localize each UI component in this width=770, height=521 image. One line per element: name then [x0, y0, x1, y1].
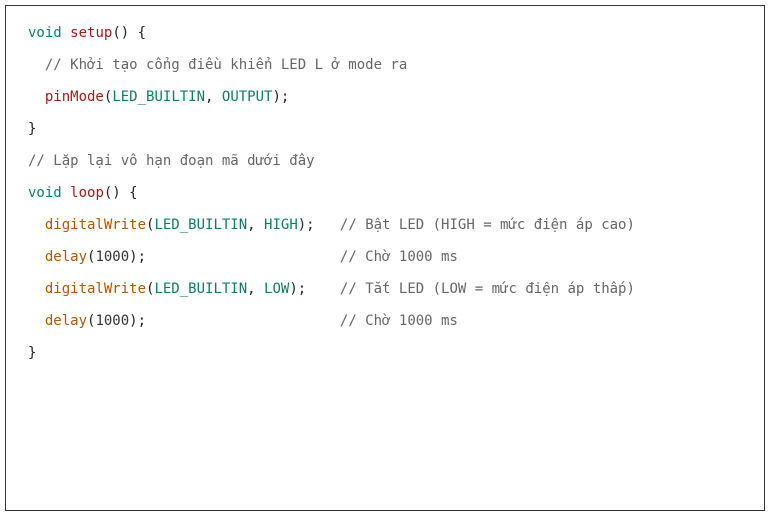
code-line: pinMode(LED_BUILTIN, OUTPUT);	[28, 90, 746, 104]
code-token: LOW	[264, 281, 289, 297]
code-line: }	[28, 346, 746, 360]
code-token: delay	[45, 249, 87, 265]
code-token: ,	[205, 89, 222, 105]
code-token: );	[129, 249, 340, 265]
code-token: OUTPUT	[222, 89, 273, 105]
code-line: // Khởi tạo cổng điều khiển LED L ở mode…	[28, 58, 746, 72]
code-token: );	[272, 89, 289, 105]
code-token: () {	[112, 25, 146, 41]
code-token: // Khởi tạo cổng điều khiển LED L ở mode…	[45, 57, 407, 73]
code-token: digitalWrite	[45, 281, 146, 297]
code-token: setup	[70, 25, 112, 41]
code-line: }	[28, 122, 746, 136]
code-token: 1000	[95, 249, 129, 265]
code-token: LED_BUILTIN	[112, 89, 205, 105]
code-line: digitalWrite(LED_BUILTIN, HIGH); // Bật …	[28, 218, 746, 232]
code-token: // Chờ 1000 ms	[340, 313, 458, 329]
code-token: );	[129, 313, 340, 329]
code-token: );	[289, 281, 340, 297]
code-token: ,	[247, 217, 264, 233]
code-line: void setup() {	[28, 26, 746, 40]
code-token: HIGH	[264, 217, 298, 233]
code-line: delay(1000); // Chờ 1000 ms	[28, 314, 746, 328]
code-token: delay	[45, 313, 87, 329]
code-token: ,	[247, 281, 264, 297]
code-block: void setup() { // Khởi tạo cổng điều khi…	[5, 5, 765, 511]
code-token: );	[298, 217, 340, 233]
code-token: void	[28, 185, 62, 201]
code-token: LED_BUILTIN	[154, 217, 247, 233]
code-token: }	[28, 345, 36, 361]
code-token: void	[28, 25, 62, 41]
code-token: pinMode	[45, 89, 104, 105]
code-line: delay(1000); // Chờ 1000 ms	[28, 250, 746, 264]
code-token: // Lặp lại vô hạn đoạn mã dưới đây	[28, 153, 315, 169]
code-token: // Bật LED (HIGH = mức điện áp cao)	[340, 217, 635, 233]
code-token: }	[28, 121, 36, 137]
code-line: digitalWrite(LED_BUILTIN, LOW); // Tắt L…	[28, 282, 746, 296]
code-token: 1000	[95, 313, 129, 329]
code-token: // Chờ 1000 ms	[340, 249, 458, 265]
code-token: LED_BUILTIN	[154, 281, 247, 297]
code-token: digitalWrite	[45, 217, 146, 233]
code-line: void loop() {	[28, 186, 746, 200]
code-token: // Tắt LED (LOW = mức điện áp thấp)	[340, 281, 635, 297]
code-token	[62, 185, 70, 201]
code-line: // Lặp lại vô hạn đoạn mã dưới đây	[28, 154, 746, 168]
code-token	[62, 25, 70, 41]
code-token: () {	[104, 185, 138, 201]
code-token: loop	[70, 185, 104, 201]
